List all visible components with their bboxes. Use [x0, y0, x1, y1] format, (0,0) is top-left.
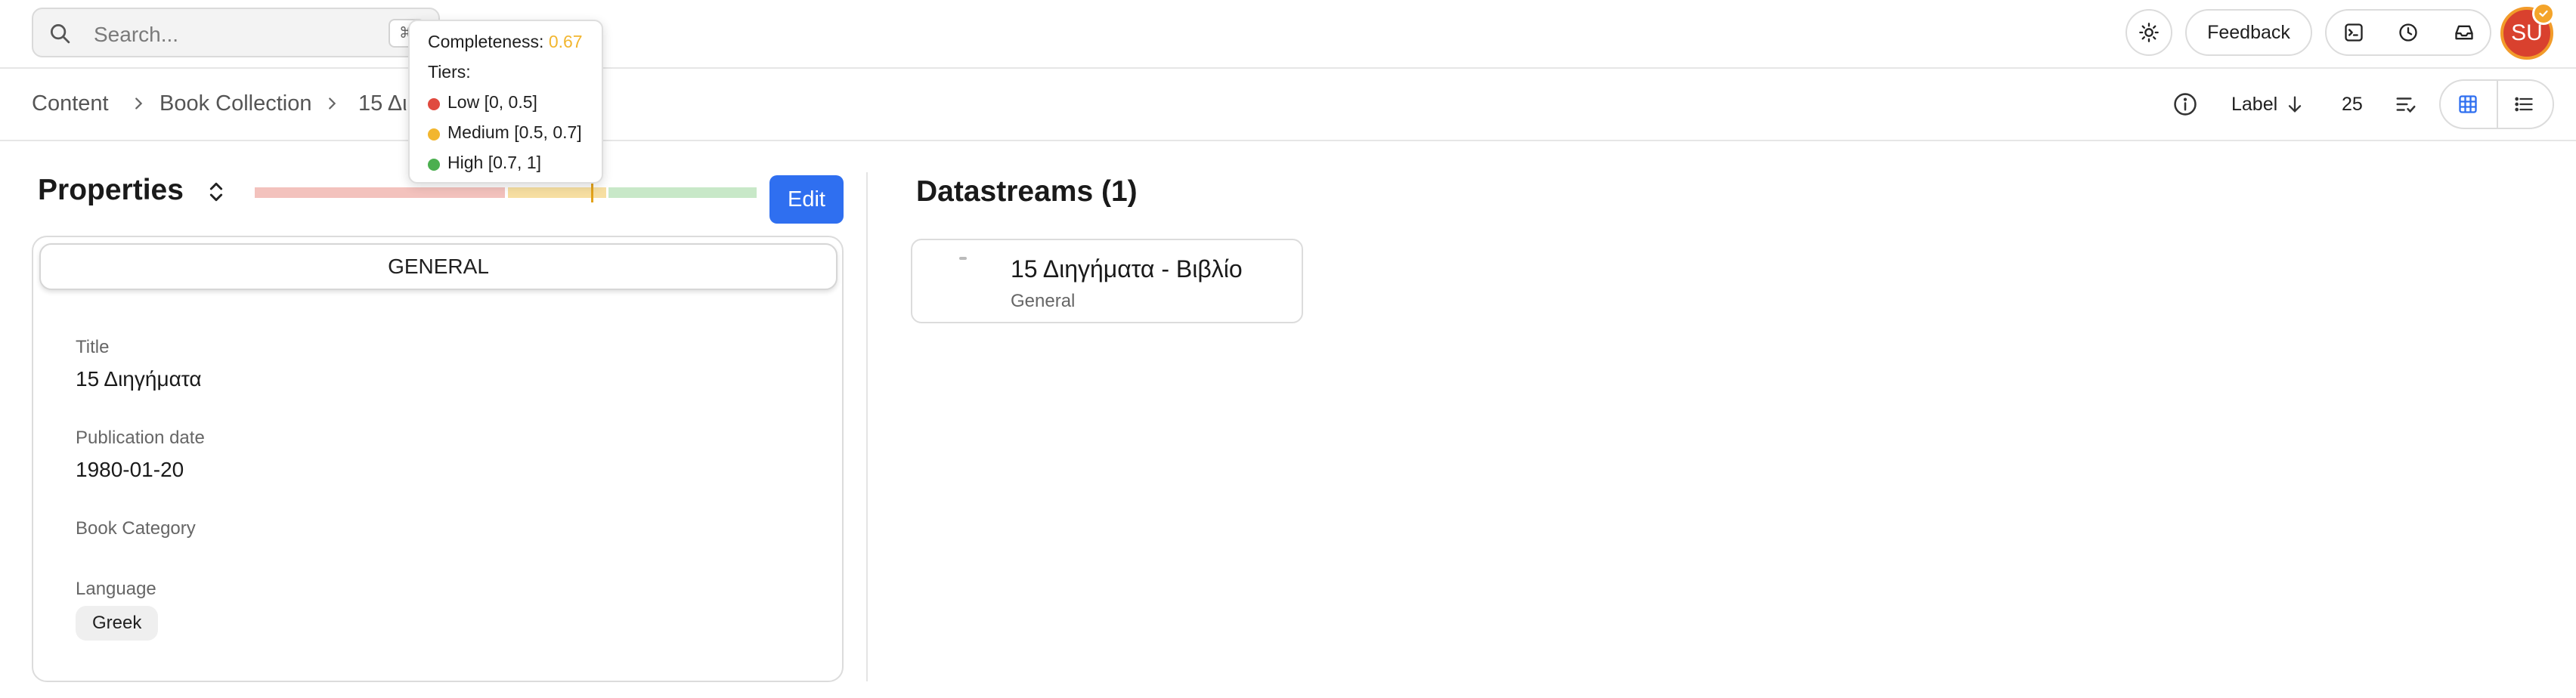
edit-button[interactable]: Edit — [769, 175, 844, 224]
search-icon — [51, 24, 70, 44]
completeness-marker — [590, 183, 593, 202]
completeness-bar-low[interactable] — [255, 187, 505, 198]
field-label-publication-date: Publication date — [76, 428, 205, 448]
inbox-icon[interactable] — [2454, 22, 2475, 43]
field-label-book-category: Book Category — [76, 518, 196, 539]
tier-medium-label: Medium [0.5, 0.7] — [447, 122, 582, 142]
history-clock-icon[interactable] — [2398, 22, 2419, 43]
tier-medium-dot — [428, 128, 440, 141]
view-mode-toggle — [2439, 79, 2554, 129]
tab-general[interactable]: GENERAL — [39, 243, 838, 290]
properties-card: GENERAL Title 15 Διηγήματα Publication d… — [32, 236, 844, 682]
tier-low-label: Low [0, 0.5] — [447, 92, 537, 112]
completeness-tooltip: Completeness: 0.67 Tiers: Low [0, 0.5] M… — [408, 20, 603, 184]
top-bar: Search... ⌘ Feedback SU — [0, 0, 2576, 69]
content-toolbar: Content Book Collection 15 Δι Label 25 — [0, 70, 2576, 141]
info-icon[interactable] — [2172, 91, 2198, 117]
tier-high-label: High [0.7, 1] — [447, 153, 542, 172]
tooltip-completeness-value: 0.67 — [548, 32, 583, 51]
language-chip: Greek — [76, 606, 159, 641]
datastream-subtitle: General — [1011, 291, 1076, 311]
tooltip-completeness-line: Completeness: 0.67 — [428, 32, 583, 52]
sun-icon — [2139, 23, 2159, 42]
chevron-right-icon — [329, 97, 336, 110]
breadcrumb-current: 15 Δι — [358, 91, 407, 116]
sort-field-label[interactable]: Label — [2231, 94, 2277, 116]
chevron-right-icon — [135, 97, 143, 110]
tooltip-completeness-label: Completeness: — [428, 32, 544, 51]
terminal-icon[interactable] — [2343, 22, 2364, 43]
datastreams-title: Datastreams (1) — [916, 175, 1138, 208]
search-input[interactable]: Search... — [94, 23, 178, 47]
list-view-icon[interactable] — [2513, 94, 2534, 115]
search-box[interactable]: Search... ⌘ — [32, 8, 440, 57]
field-value-publication-date: 1980-01-20 — [76, 458, 184, 481]
breadcrumb-content[interactable]: Content — [32, 91, 109, 116]
datastream-name[interactable]: 15 Διηγήματα - Βιβλίο — [1011, 255, 1243, 283]
list-settings-icon[interactable] — [2395, 93, 2417, 116]
expand-collapse-icon[interactable] — [204, 180, 228, 204]
tools-button-group — [2325, 9, 2491, 56]
field-label-language: Language — [76, 579, 156, 599]
tier-low-dot — [428, 98, 440, 110]
field-label-title: Title — [76, 337, 110, 357]
verified-badge-icon — [2532, 2, 2555, 25]
view-toggle-divider — [2497, 81, 2498, 128]
theme-toggle-button[interactable] — [2126, 9, 2172, 56]
feedback-button[interactable]: Feedback — [2185, 9, 2312, 56]
breadcrumb-book-collection[interactable]: Book Collection — [159, 91, 312, 116]
completeness-bar-high[interactable] — [608, 187, 757, 198]
page-size-value[interactable]: 25 — [2342, 94, 2363, 116]
tier-high-dot — [428, 159, 440, 171]
panel-divider — [866, 172, 868, 681]
field-value-title: 15 Διηγήματα — [76, 367, 202, 391]
properties-title: Properties — [38, 174, 184, 206]
tooltip-tiers-label: Tiers: — [428, 62, 471, 82]
arrow-down-icon[interactable] — [2284, 94, 2305, 115]
grid-view-icon[interactable] — [2457, 94, 2478, 115]
datastream-card[interactable]: 15 Διηγήματα - Βιβλίο General — [911, 239, 1303, 323]
datastream-thumbnail — [959, 257, 967, 260]
